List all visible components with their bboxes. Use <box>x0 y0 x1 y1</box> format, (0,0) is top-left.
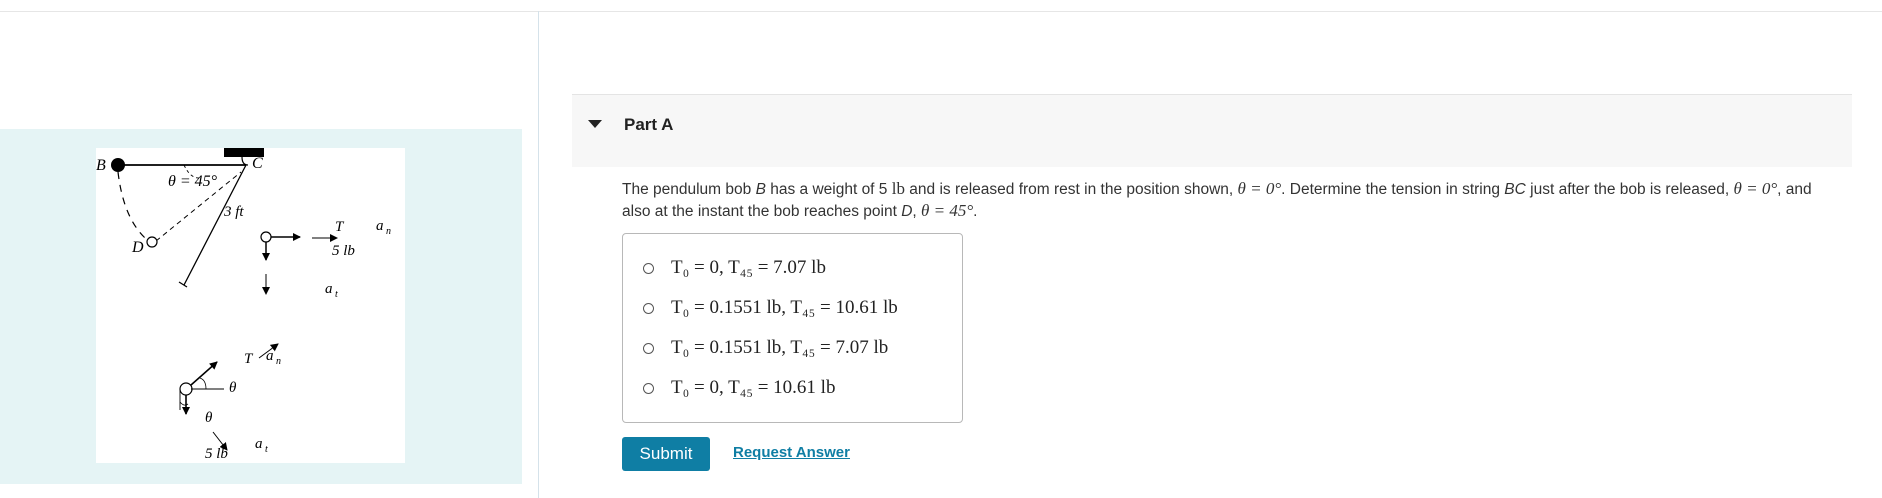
choice-label: T₀ = 0.1551 lb, T₄₅ = 10.61 lb <box>671 297 898 318</box>
choice-option-4[interactable]: T₀ = 0, T₄₅ = 10.61 lb <box>643 375 835 401</box>
radio-button[interactable] <box>643 342 654 354</box>
question-text: The pendulum bob B has a weight of 5 lb … <box>622 179 1812 220</box>
label-fbd-2-weight: 5 lb <box>205 446 228 462</box>
top-divider <box>0 11 1882 12</box>
choice-label: T₀ = 0.1551 lb, T₄₅ = 7.07 lb <box>671 337 889 358</box>
label-fbd-2-theta-b: θ <box>205 410 213 426</box>
label-fbd-1-tension: T <box>335 219 345 235</box>
label-c: C <box>252 155 263 172</box>
radio-button[interactable] <box>643 382 654 394</box>
submit-button[interactable]: Submit <box>622 437 710 471</box>
column-divider <box>538 11 539 498</box>
choice-label: T₀ = 0, T₄₅ = 7.07 lb <box>671 257 826 278</box>
label-fbd-2-an: a <box>266 348 274 364</box>
label-fbd-1-weight: 5 lb <box>332 243 355 259</box>
label-fbd-1-at-sub: t <box>335 289 338 300</box>
pendulum-diagram: B C D θ = 45° 3 ft T 5 lb a n a t T a n … <box>96 148 391 462</box>
label-fbd-2-tension: T <box>244 351 254 367</box>
choice-option-3[interactable]: T₀ = 0.1551 lb, T₄₅ = 7.07 lb <box>643 335 888 361</box>
fbd-1-bob <box>260 231 272 243</box>
label-fbd-2-at-sub: t <box>265 444 268 455</box>
choice-option-1[interactable]: T₀ = 0, T₄₅ = 7.07 lb <box>643 255 826 281</box>
radio-button[interactable] <box>643 302 654 314</box>
part-a-header[interactable]: Part A <box>572 94 1852 167</box>
choice-option-2[interactable]: T₀ = 0.1551 lb, T₄₅ = 10.61 lb <box>643 295 898 321</box>
answer-choices: T₀ = 0, T₄₅ = 7.07 lb T₀ = 0.1551 lb, T₄… <box>622 233 963 423</box>
part-title: Part A <box>624 115 674 134</box>
label-fbd-2-at: a <box>255 436 263 452</box>
collapse-caret-icon[interactable] <box>588 120 602 128</box>
bob-d <box>146 236 158 248</box>
label-b: B <box>96 157 106 174</box>
label-fbd-2-theta-a: θ <box>229 380 237 396</box>
label-fbd-2-an-sub: n <box>276 356 281 367</box>
bob-b <box>111 158 125 172</box>
label-length: 3 ft <box>223 204 244 220</box>
request-answer-link[interactable]: Request Answer <box>733 444 850 461</box>
label-angle: θ = 45° <box>168 173 218 190</box>
pendulum-figure: B C D θ = 45° 3 ft T 5 lb a n a t T a n … <box>96 148 405 463</box>
label-fbd-1-an-sub: n <box>386 226 391 237</box>
label-fbd-1-an: a <box>376 218 384 234</box>
swing-arc <box>117 171 152 244</box>
choice-label: T₀ = 0, T₄₅ = 10.61 lb <box>671 377 836 398</box>
label-fbd-1-at: a <box>325 281 333 297</box>
label-d: D <box>131 239 144 256</box>
fbd-2-bob <box>179 382 193 396</box>
radio-button[interactable] <box>643 262 654 274</box>
